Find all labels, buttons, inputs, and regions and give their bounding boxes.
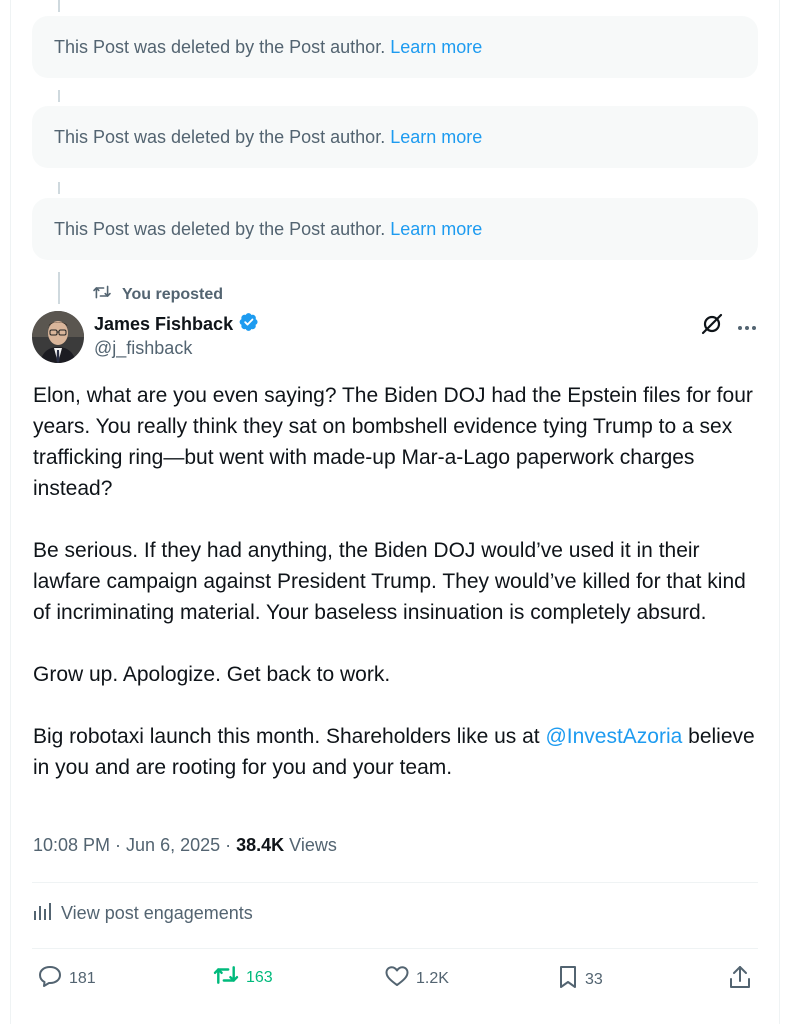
post-timestamp[interactable]: 10:08 PM · Jun 6, 2025 · — [33, 835, 236, 855]
bookmark-count: 33 — [585, 970, 603, 988]
repost-button[interactable]: 163 — [212, 964, 273, 991]
view-engagements-label: View post engagements — [61, 903, 253, 923]
post-paragraph: Grow up. Apologize. Get back to work. — [33, 663, 391, 686]
author-name-text[interactable]: James Fishback — [94, 314, 233, 335]
divider — [32, 882, 758, 883]
views-label: Views — [284, 835, 337, 855]
avatar[interactable] — [32, 311, 84, 363]
reply-button[interactable]: 181 — [37, 964, 96, 993]
post-text-segment: Big robotaxi launch this month. Sharehol… — [33, 725, 546, 748]
thread-line — [58, 90, 60, 102]
learn-more-link[interactable]: Learn more — [390, 127, 482, 148]
deleted-post-notice: This Post was deleted by the Post author… — [32, 16, 758, 78]
deleted-post-text: This Post was deleted by the Post author… — [54, 218, 386, 239]
more-icon[interactable] — [737, 318, 757, 336]
deleted-post-notice: This Post was deleted by the Post author… — [32, 106, 758, 168]
post-paragraph: Be serious. If they had anything, the Bi… — [33, 539, 746, 624]
learn-more-link[interactable]: Learn more — [390, 219, 482, 240]
deleted-post-text: This Post was deleted by the Post author… — [54, 36, 386, 57]
repost-indicator: You reposted — [92, 284, 223, 305]
author-handle[interactable]: @j_fishback — [94, 338, 192, 359]
analytics-icon — [33, 902, 61, 925]
view-engagements-link[interactable]: View post engagements — [33, 902, 253, 925]
post-paragraph: Big robotaxi launch this month. Sharehol… — [33, 721, 758, 783]
bookmark-button[interactable]: 33 — [557, 964, 603, 995]
deleted-post-notice: This Post was deleted by the Post author… — [32, 198, 758, 260]
like-button[interactable]: 1.2K — [384, 964, 449, 993]
deleted-post-text: This Post was deleted by the Post author… — [54, 126, 386, 147]
post-meta: 10:08 PM · Jun 6, 2025 · 38.4K Views — [33, 835, 337, 856]
thread-line — [58, 182, 60, 194]
divider — [32, 948, 758, 949]
reply-count: 181 — [69, 969, 96, 987]
repost-icon — [212, 964, 246, 991]
repost-count: 163 — [246, 968, 273, 986]
learn-more-link[interactable]: Learn more — [390, 37, 482, 58]
share-button[interactable] — [728, 964, 758, 995]
repost-icon — [92, 284, 122, 305]
reply-icon — [37, 964, 69, 993]
post-paragraph: Elon, what are you even saying? The Bide… — [33, 384, 753, 500]
thread-line — [58, 0, 60, 12]
author-name[interactable]: James Fishback — [94, 312, 259, 337]
like-icon — [384, 964, 416, 993]
share-icon — [728, 964, 758, 995]
timeline-right-border — [779, 0, 780, 1024]
grok-icon[interactable] — [700, 312, 724, 341]
bookmark-icon — [557, 964, 585, 995]
post-text: Elon, what are you even saying? The Bide… — [33, 380, 758, 814]
like-count: 1.2K — [416, 969, 449, 987]
verified-badge-icon[interactable] — [233, 312, 259, 337]
repost-label: You reposted — [122, 285, 224, 303]
thread-line — [58, 272, 60, 304]
timeline-left-border — [10, 0, 11, 1024]
views-count: 38.4K — [236, 835, 285, 855]
mention-link[interactable]: @InvestAzoria — [545, 725, 682, 748]
